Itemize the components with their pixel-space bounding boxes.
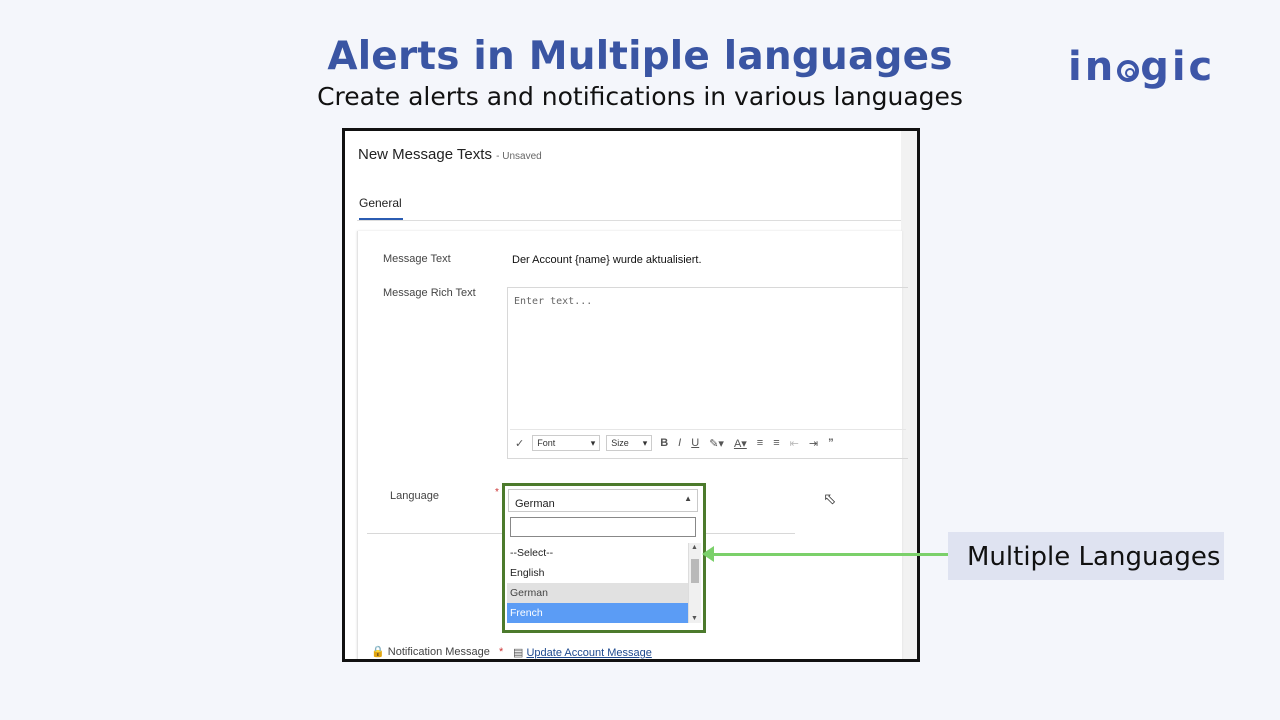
rich-text-placeholder: Enter text... [514,296,593,307]
form-title: New Message Texts - Unsaved [358,146,542,163]
scroll-up-icon[interactable]: ▲ [691,544,698,551]
language-dropdown[interactable]: German ▲ --Select-- English German Frenc… [502,483,706,633]
numbered-list-icon[interactable]: ≡ [773,437,779,449]
message-rich-text-label: Message Rich Text [383,287,476,299]
callout-box: Multiple Languages [948,532,1224,580]
font-select[interactable]: Font ▾ [532,435,601,451]
eraser-icon[interactable]: ✓ [515,437,524,450]
size-select[interactable]: Size ▾ [606,435,653,451]
chevron-down-icon: ▾ [642,437,648,448]
inogic-logo: in gic [1068,44,1216,90]
option-select[interactable]: --Select-- [507,543,690,563]
scroll-down-icon[interactable]: ▼ [691,615,698,622]
options-scrollbar[interactable]: ▲ ▼ [688,543,701,623]
language-search-input[interactable] [510,517,696,537]
language-options-list: --Select-- English German French ▲ ▼ [507,543,701,623]
tab-general[interactable]: General [359,196,402,210]
notification-message-lookup[interactable]: ▤ Update Account Message [513,646,652,659]
callout-arrow [712,553,948,556]
bold-button[interactable]: B [660,437,668,449]
chevron-up-icon: ▲ [684,494,692,503]
font-color-icon[interactable]: A▾ [734,437,747,450]
notification-message-label: 🔒 Notification Message * [371,645,503,658]
language-select[interactable]: German ▲ [508,489,698,512]
size-select-label: Size [611,438,629,448]
chevron-down-icon: ▾ [590,437,596,448]
quote-icon[interactable]: ” [828,437,834,449]
font-select-label: Font [537,438,556,448]
underline-button[interactable]: U [691,437,699,449]
scrollbar-thumb[interactable] [691,559,699,583]
indent-icon[interactable]: ⇥ [809,437,818,450]
option-english[interactable]: English [507,563,690,583]
form-title-text: New Message Texts [358,146,492,163]
callout-label: Multiple Languages [967,542,1221,572]
crm-form-screenshot: New Message Texts - Unsaved General Mess… [342,128,920,662]
mouse-cursor-icon: ⬁ [823,491,837,508]
lock-icon: 🔒 [371,646,385,658]
required-indicator: * [495,487,499,498]
required-indicator: * [498,646,504,658]
italic-button[interactable]: I [678,437,681,449]
language-label: Language [390,490,439,502]
message-text-field[interactable]: Der Account {name} wurde aktualisiert. [512,254,702,266]
language-selected-value: German [515,498,555,510]
rich-text-editor[interactable]: Enter text... ✓ Font ▾ Size ▾ B I U ✎▾ A▾ … [507,287,908,459]
option-german[interactable]: German [507,583,690,603]
form-save-status: - Unsaved [496,151,542,162]
bullet-list-icon[interactable]: ≡ [757,437,763,449]
rich-text-toolbar: ✓ Font ▾ Size ▾ B I U ✎▾ A▾ ≡ ≡ ⇤ ⇥ ” [510,429,906,456]
tab-divider [357,220,901,221]
record-icon: ▤ [513,647,524,659]
option-french[interactable]: French [507,603,690,623]
arrow-head-icon [702,546,714,562]
outdent-icon[interactable]: ⇤ [790,437,799,450]
highlight-icon[interactable]: ✎▾ [709,437,724,450]
notification-message-link[interactable]: Update Account Message [526,647,651,659]
message-text-label: Message Text [383,253,451,265]
notification-message-label-text: Notification Message [387,646,490,658]
